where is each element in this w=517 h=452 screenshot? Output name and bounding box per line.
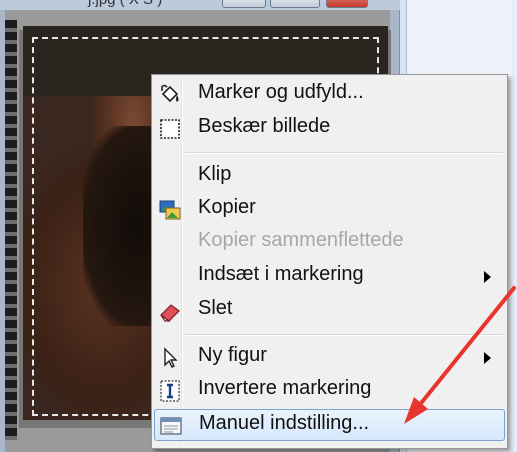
menu-item-label: Klip — [198, 163, 232, 185]
context-menu: Marker og udfyld... Beskær billede Klip … — [151, 74, 508, 449]
menu-separator — [185, 152, 503, 154]
submenu-arrow-icon — [484, 271, 491, 283]
menu-item-copy-merged: Kopier sammenflettede — [154, 227, 505, 259]
menu-separator — [185, 334, 503, 336]
copy-image-icon — [158, 198, 182, 222]
film-strip-decoration — [5, 20, 17, 440]
menu-item-delete[interactable]: Slet — [154, 295, 505, 327]
menu-item-label: Invertere markering — [198, 377, 372, 399]
menu-item-label: Manuel indstilling... — [199, 412, 370, 434]
menu-item-label: Kopier sammenflettede — [198, 229, 404, 251]
menu-item-label: Ny figur — [198, 344, 267, 366]
menu-item-label: Indsæt i markering — [198, 263, 364, 285]
menu-item-manual-settings[interactable]: Manuel indstilling... — [154, 409, 505, 441]
menu-item-paste-into-selection[interactable]: Indsæt i markering — [154, 261, 505, 293]
menu-item-label: Kopier — [198, 196, 256, 218]
maximize-button[interactable] — [270, 0, 320, 8]
submenu-arrow-icon — [484, 352, 491, 364]
cursor-arrow-icon — [158, 346, 182, 370]
invert-selection-icon — [158, 379, 182, 403]
close-button[interactable] — [326, 0, 368, 8]
minimize-button[interactable] — [222, 0, 266, 8]
menu-item-new-shape[interactable]: Ny figur — [154, 342, 505, 374]
menu-item-select-fill[interactable]: Marker og udfyld... — [154, 79, 505, 111]
menu-item-crop[interactable]: Beskær billede — [154, 113, 505, 145]
menu-item-label: Slet — [198, 297, 233, 319]
crop-selection-icon — [158, 117, 182, 141]
eraser-icon — [158, 299, 182, 323]
menu-item-label: Beskær billede — [198, 115, 331, 137]
menu-item-label: Marker og udfyld... — [198, 81, 364, 103]
paint-bucket-icon — [158, 83, 182, 107]
image-window-title: j.jpg ( X S ) — [88, 0, 162, 8]
menu-item-invert-selection[interactable]: Invertere markering — [154, 375, 505, 407]
manual-settings-icon — [159, 414, 183, 438]
menu-item-cut[interactable]: Klip — [154, 161, 505, 193]
image-window-titlebar: j.jpg ( X S ) — [0, 0, 400, 10]
menu-item-copy[interactable]: Kopier — [154, 194, 505, 226]
